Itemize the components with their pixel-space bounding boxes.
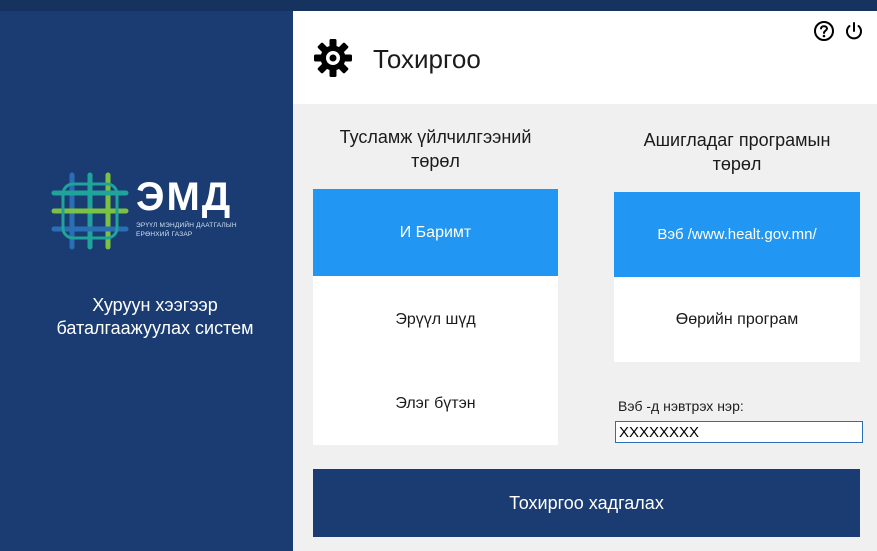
program-option-web[interactable]: Вэб /www.healt.gov.mn/ xyxy=(614,192,860,277)
service-option-liver[interactable]: Элэг бүтэн xyxy=(313,363,558,445)
program-option-own[interactable]: Өөрийн програм xyxy=(614,277,860,362)
window-top-strip xyxy=(0,0,877,11)
service-type-list: И Баримт Эрүүл шүд Элэг бүтэн xyxy=(313,189,558,445)
dialog-title: Тохиргоо xyxy=(373,44,481,74)
power-icon[interactable] xyxy=(843,20,865,42)
dialog-header: Тохиргоо xyxy=(293,11,877,104)
service-type-heading-line1: Тусламж үйлчилгээний xyxy=(339,127,532,147)
emd-logo-icon xyxy=(51,172,129,250)
settings-dialog: Тохиргоо Тусламж үйлчилгээний төрөл И Ба… xyxy=(293,11,877,551)
service-option-dental[interactable]: Эрүүл шүд xyxy=(313,276,558,363)
service-type-heading-line2: төрөл xyxy=(411,151,460,171)
web-login-label: Вэб -д нэвтрэх нэр: xyxy=(618,398,744,414)
program-type-heading: Ашигладаг програмын төрөл xyxy=(614,128,860,176)
help-icon[interactable] xyxy=(813,20,835,42)
save-settings-button[interactable]: Тохиргоо хадгалах xyxy=(313,469,860,537)
web-login-input[interactable] xyxy=(615,421,863,443)
program-type-heading-line1: Ашигладаг програмын xyxy=(643,130,831,150)
brand-subtitle-line1: ЭРҮҮЛ МЭНДИЙН ДААТГАЛЫН xyxy=(136,222,237,229)
system-title: Хуруун хээгээр баталгаажуулах систем xyxy=(20,294,290,340)
brand-sidebar: ЭМД ЭРҮҮЛ МЭНДИЙН ДААТГАЛЫН ЕРӨНХИЙ ГАЗА… xyxy=(0,11,293,551)
brand-name: ЭМД xyxy=(136,175,233,219)
gear-icon xyxy=(314,39,352,77)
system-title-line1: Хуруун хээгээр xyxy=(92,295,218,315)
service-type-heading: Тусламж үйлчилгээний төрөл xyxy=(313,125,558,173)
program-type-heading-line2: төрөл xyxy=(712,154,762,174)
service-option-ebarimt[interactable]: И Баримт xyxy=(313,189,558,276)
program-type-list: Вэб /www.healt.gov.mn/ Өөрийн програм xyxy=(614,192,860,362)
brand-subtitle: ЭРҮҮЛ МЭНДИЙН ДААТГАЛЫН ЕРӨНХИЙ ГАЗАР xyxy=(136,221,286,239)
system-title-line2: баталгаажуулах систем xyxy=(56,318,254,338)
brand-subtitle-line2: ЕРӨНХИЙ ГАЗАР xyxy=(136,231,193,238)
